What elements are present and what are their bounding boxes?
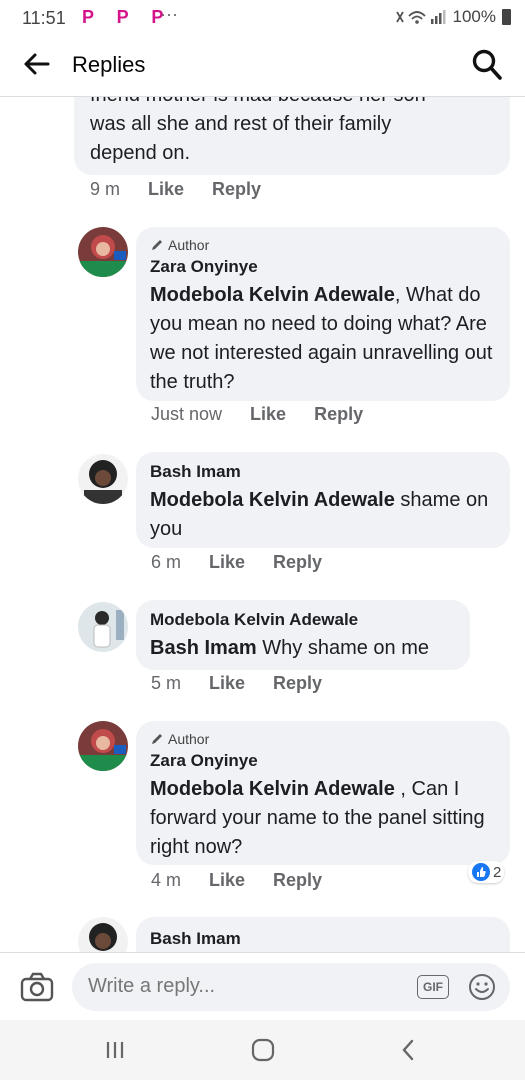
commenter-name[interactable]: Bash Imam bbox=[150, 929, 241, 949]
avatar[interactable] bbox=[78, 721, 128, 771]
more-notifications-icon: ··· bbox=[160, 4, 178, 24]
comment-time: 9 m bbox=[90, 179, 121, 199]
reply-button[interactable]: Reply bbox=[273, 673, 322, 694]
recent-apps-icon[interactable] bbox=[100, 1036, 130, 1064]
comment-text-line: depend on. bbox=[90, 142, 191, 164]
status-time: 11:51 bbox=[22, 8, 66, 28]
battery-percent: 100% bbox=[452, 7, 496, 26]
status-right: 100% bbox=[395, 7, 511, 27]
comment-text-line: was all she and rest of their family bbox=[90, 113, 392, 135]
commenter-name[interactable]: Bash Imam bbox=[150, 462, 241, 482]
avatar[interactable] bbox=[78, 227, 128, 277]
reaction-count[interactable]: 2 bbox=[468, 861, 505, 883]
emoji-icon[interactable] bbox=[468, 973, 496, 1001]
status-bar: 11:51 P P P ··· 100% bbox=[0, 0, 525, 36]
commenter-name[interactable]: Zara Onyinye bbox=[150, 751, 258, 771]
avatar-image bbox=[78, 227, 128, 277]
like-button[interactable]: Like bbox=[209, 673, 245, 694]
mention[interactable]: Modebola Kelvin Adewale bbox=[150, 284, 395, 306]
avatar[interactable] bbox=[78, 602, 128, 652]
comment-bubble: Author Zara Onyinye Modebola Kelvin Adew… bbox=[136, 721, 510, 865]
gif-button[interactable]: GIF bbox=[417, 975, 449, 999]
author-badge-label: Author bbox=[168, 237, 210, 253]
comment-bubble: Bash Imam bbox=[136, 917, 510, 952]
comment-text: Modebola Kelvin Adewale, What do you mea… bbox=[150, 281, 500, 397]
avatar-image bbox=[78, 917, 128, 952]
back-arrow-icon[interactable] bbox=[22, 46, 52, 82]
comment-time: 4 m bbox=[151, 870, 182, 890]
author-badge-label: Author bbox=[168, 731, 210, 747]
search-icon[interactable] bbox=[471, 48, 503, 82]
notification-icons: P P P bbox=[82, 7, 173, 27]
comment-text: Modebola Kelvin Adewale shame on you bbox=[150, 486, 500, 544]
mention[interactable]: Modebola Kelvin Adewale bbox=[150, 778, 395, 800]
reply-button[interactable]: Reply bbox=[273, 870, 322, 891]
commenter-name[interactable]: Modebola Kelvin Adewale bbox=[150, 610, 358, 630]
reply-composer: Write a reply... GIF bbox=[0, 952, 525, 1021]
reply-input-placeholder: Write a reply... bbox=[88, 975, 216, 997]
avatar[interactable] bbox=[78, 917, 128, 952]
reply-input[interactable]: Write a reply... GIF bbox=[72, 963, 510, 1011]
system-nav-bar bbox=[0, 1020, 525, 1080]
comment-actions: 5 m Like Reply bbox=[151, 673, 322, 694]
comment-actions: 6 m Like Reply bbox=[151, 552, 322, 573]
comment-time: 6 m bbox=[151, 552, 182, 572]
comment-text-line: friend mother is mad because her son bbox=[90, 97, 500, 110]
author-badge: Author bbox=[150, 237, 209, 253]
avatar-image bbox=[78, 721, 128, 771]
comment-time: Just now bbox=[151, 404, 223, 424]
author-badge: Author bbox=[150, 731, 209, 747]
comment-time: 5 m bbox=[151, 673, 182, 693]
replies-feed[interactable]: friend mother is mad because her son was… bbox=[0, 97, 525, 952]
comment-text: Modebola Kelvin Adewale , Can I forward … bbox=[150, 775, 500, 862]
comment-actions: Just now Like Reply bbox=[151, 404, 363, 425]
like-button[interactable]: Like bbox=[250, 404, 286, 425]
like-reaction-icon bbox=[472, 863, 490, 881]
page-title: Replies bbox=[72, 52, 146, 77]
comment-actions: 4 m Like Reply bbox=[151, 870, 322, 891]
app-header: Replies bbox=[0, 36, 525, 97]
comment-bubble: Bash Imam Modebola Kelvin Adewale shame … bbox=[136, 452, 510, 548]
mention[interactable]: Bash Imam bbox=[150, 637, 257, 659]
battery-icon bbox=[502, 9, 511, 25]
avatar-image bbox=[78, 454, 128, 504]
like-button[interactable]: Like bbox=[209, 870, 245, 891]
camera-icon[interactable] bbox=[20, 971, 54, 1003]
comment-text: Bash Imam Why shame on me bbox=[150, 634, 465, 663]
comment-actions: 9 m Like Reply bbox=[90, 179, 261, 200]
reaction-count-value: 2 bbox=[493, 863, 502, 881]
like-button[interactable]: Like bbox=[209, 552, 245, 573]
pencil-icon bbox=[152, 240, 162, 250]
like-button[interactable]: Like bbox=[148, 179, 184, 200]
avatar-image bbox=[78, 602, 128, 652]
avatar[interactable] bbox=[78, 454, 128, 504]
comment-bubble: Author Zara Onyinye Modebola Kelvin Adew… bbox=[136, 227, 510, 401]
back-nav-icon[interactable] bbox=[394, 1036, 424, 1064]
reply-button[interactable]: Reply bbox=[314, 404, 363, 425]
pencil-icon bbox=[152, 734, 162, 744]
commenter-name[interactable]: Zara Onyinye bbox=[150, 257, 258, 277]
comment-body: Why shame on me bbox=[256, 637, 430, 659]
comment-bubble: friend mother is mad because her son was… bbox=[74, 97, 510, 175]
mention[interactable]: Modebola Kelvin Adewale bbox=[150, 489, 395, 511]
signal-wifi-icon bbox=[395, 10, 446, 24]
reply-button[interactable]: Reply bbox=[212, 179, 261, 200]
comment-bubble: Modebola Kelvin Adewale Bash Imam Why sh… bbox=[136, 600, 470, 670]
reply-button[interactable]: Reply bbox=[273, 552, 322, 573]
home-icon[interactable] bbox=[248, 1036, 278, 1064]
